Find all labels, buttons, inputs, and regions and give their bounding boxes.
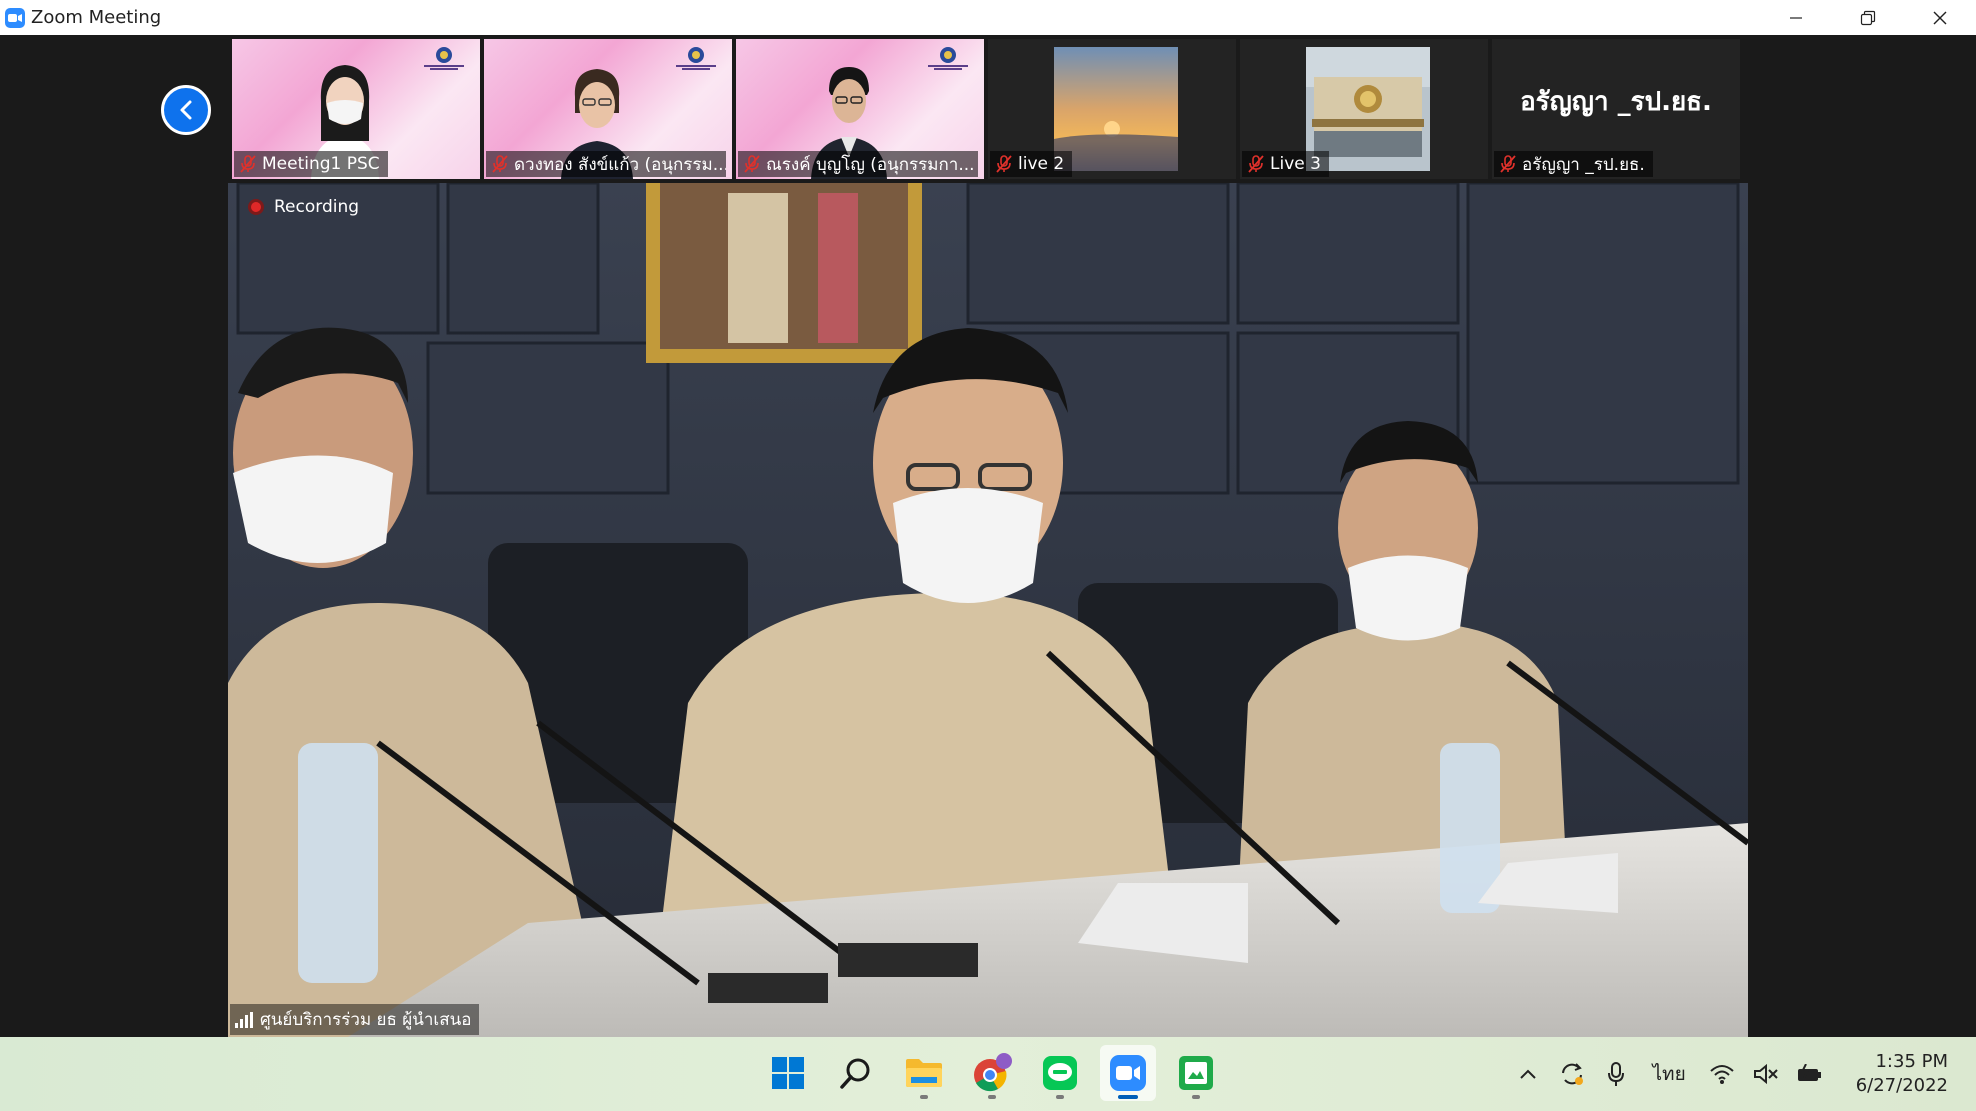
muted-mic-icon <box>240 155 256 173</box>
start-button[interactable] <box>760 1045 816 1101</box>
clock-time: 1:35 PM <box>1875 1051 1948 1072</box>
muted-mic-icon <box>492 155 508 173</box>
running-indicator <box>1192 1095 1200 1099</box>
participant-name: Live 3 <box>1270 154 1321 174</box>
muted-mic-icon <box>996 155 1012 173</box>
participant-tile[interactable]: ณรงค์ บุญโญ (อนุกรรมกา... <box>736 39 984 179</box>
participant-tile[interactable]: อรัญญา _รป.ยธ. อรัญญา _รป.ยธ. <box>1492 39 1740 179</box>
minimize-icon <box>1790 16 1802 19</box>
speaker-video-frame <box>228 183 1748 1037</box>
participant-name: ณรงค์ บุญโญ (อนุกรรมกา... <box>766 154 975 175</box>
windows-taskbar: ไทย 1:35 PM 6/27/2022 <box>0 1037 1976 1111</box>
zoom-icon <box>1110 1055 1146 1091</box>
participant-name: Meeting1 PSC <box>262 154 380 174</box>
taskbar-file-explorer[interactable] <box>896 1045 952 1101</box>
taskbar-clock[interactable]: 1:35 PM 6/27/2022 <box>1832 1050 1976 1098</box>
folder-icon <box>906 1059 942 1087</box>
participant-name-bar: ณรงค์ บุญโญ (อนุกรรมกา... <box>738 151 978 177</box>
participant-name: live 2 <box>1018 154 1065 174</box>
signal-strength-icon <box>235 1011 253 1028</box>
participant-name-bar: ดวงทอง สังข์แก้ว (อนุกรรม... <box>486 151 726 177</box>
chevron-left-icon <box>180 100 192 120</box>
muted-mic-icon <box>1500 155 1516 173</box>
participant-tile[interactable]: ดวงทอง สังข์แก้ว (อนุกรรม... <box>484 39 732 179</box>
participant-name-bar: อรัญญา _รป.ยธ. <box>1494 151 1653 177</box>
participant-name-bar: Live 3 <box>1242 151 1329 177</box>
participant-name: ดวงทอง สังข์แก้ว (อนุกรรม... <box>514 154 726 175</box>
running-indicator <box>1118 1095 1138 1099</box>
taskbar-zoom[interactable] <box>1100 1045 1156 1101</box>
taskbar-line[interactable] <box>1032 1045 1088 1101</box>
running-indicator <box>1056 1095 1064 1099</box>
participant-name-bar: live 2 <box>990 151 1073 177</box>
clock-date: 6/27/2022 <box>1855 1075 1948 1096</box>
participant-tile[interactable]: live 2 <box>988 39 1236 179</box>
search-icon <box>840 1058 870 1089</box>
participant-tile[interactable]: Live 3 <box>1240 39 1488 179</box>
greenshot-icon <box>1179 1056 1213 1090</box>
gallery-previous-button[interactable] <box>161 85 211 135</box>
volume-muted-icon <box>1753 1063 1778 1085</box>
ministry-seal-logo <box>928 47 968 70</box>
minimize-button[interactable] <box>1760 0 1832 35</box>
recording-indicator: Recording <box>248 197 359 217</box>
participant-strip: Meeting1 PSC ดวงทอง สังข์แก้ว (อนุกรรม..… <box>232 39 1746 179</box>
ministry-seal-logo <box>424 47 464 70</box>
zoom-app-icon <box>5 7 25 28</box>
muted-mic-icon <box>1248 155 1264 173</box>
input-language-button[interactable]: ไทย <box>1638 1059 1699 1089</box>
active-speaker-video[interactable]: Recording ศูนย์บริการร่วม ยธ ผู้นำเสนอ <box>228 183 1748 1037</box>
close-icon <box>1933 11 1947 24</box>
microphone-tray-button[interactable] <box>1594 1052 1638 1096</box>
muted-mic-icon <box>744 155 760 173</box>
running-indicator <box>920 1095 928 1099</box>
recording-dot-icon <box>248 199 264 215</box>
wifi-icon <box>1710 1065 1734 1084</box>
battery-charging-icon <box>1797 1064 1821 1081</box>
microphone-icon <box>1608 1062 1625 1086</box>
line-chat-icon <box>1043 1056 1077 1090</box>
sync-tray-button[interactable] <box>1550 1052 1594 1096</box>
show-hidden-icons-button[interactable] <box>1506 1052 1550 1096</box>
battery-tray-button[interactable] <box>1788 1052 1832 1096</box>
recording-label: Recording <box>274 197 360 217</box>
participant-tile[interactable]: Meeting1 PSC <box>232 39 480 179</box>
ministry-seal-logo <box>676 47 716 70</box>
windows-logo-icon <box>772 1057 804 1089</box>
running-indicator <box>988 1095 996 1099</box>
chrome-icon <box>974 1053 1012 1092</box>
speaker-name-bar: ศูนย์บริการร่วม ยธ ผู้นำเสนอ <box>230 1004 480 1035</box>
close-button[interactable] <box>1904 0 1976 35</box>
network-tray-button[interactable] <box>1700 1052 1744 1096</box>
window-title: Zoom Meeting <box>31 7 162 28</box>
participant-display-name: อรัญญา _รป.ยธ. <box>1520 87 1712 117</box>
title-bar: Zoom Meeting <box>0 0 1976 35</box>
participant-name-bar: Meeting1 PSC <box>234 151 388 177</box>
speaker-name: ศูนย์บริการร่วม ยธ ผู้นำเสนอ <box>260 1010 472 1030</box>
chevron-up-icon <box>1520 1069 1537 1079</box>
taskbar-chrome[interactable] <box>964 1045 1020 1101</box>
meeting-area: Meeting1 PSC ดวงทอง สังข์แก้ว (อนุกรรม..… <box>0 35 1976 1037</box>
system-tray: ไทย 1:35 PM 6/27/2022 <box>1506 1037 1976 1111</box>
taskbar-greenshot[interactable] <box>1168 1045 1224 1101</box>
participant-name: อรัญญา _รป.ยธ. <box>1522 154 1645 175</box>
volume-tray-button[interactable] <box>1744 1052 1788 1096</box>
restore-icon <box>1860 10 1876 25</box>
participant-video <box>1054 47 1178 171</box>
search-button[interactable] <box>828 1045 884 1101</box>
restore-button[interactable] <box>1832 0 1904 35</box>
sync-icon <box>1562 1063 1584 1085</box>
